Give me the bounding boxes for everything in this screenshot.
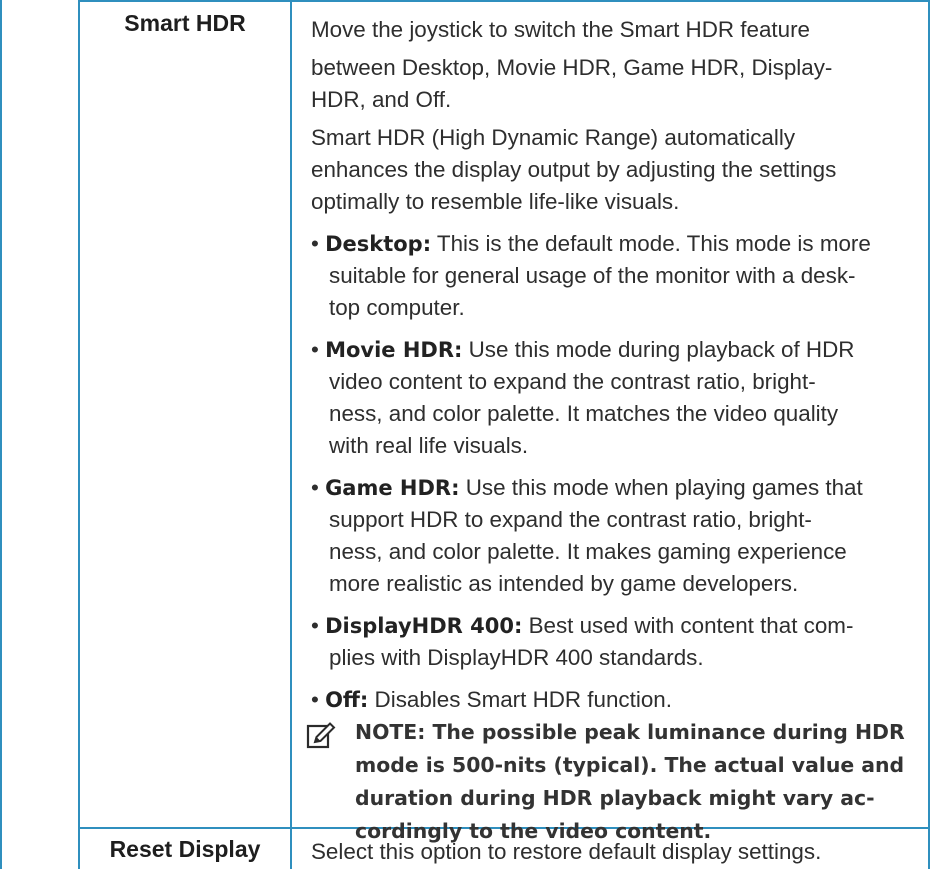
note-text: NOTE: The possible peak luminance during… <box>355 720 905 843</box>
table-rule-column <box>290 0 292 869</box>
reset-display-description: Select this option to restore default di… <box>311 839 822 864</box>
list-item-desktop: • Desktop: This is the default mode. Thi… <box>311 231 871 320</box>
list-item-game-hdr: • Game HDR: Use this mode when playing g… <box>311 475 863 596</box>
smart-hdr-definition: Smart HDR (High Dynamic Range) automatic… <box>311 125 837 214</box>
list-item-off: • Off: Disables Smart HDR function. <box>311 687 672 712</box>
table-rule-left <box>0 0 2 869</box>
note-block: NOTE: The possible peak luminance during… <box>306 716 911 848</box>
smart-hdr-intro: Move the joystick to switch the Smart HD… <box>311 17 833 112</box>
table-rule-section <box>78 0 80 869</box>
list-item-movie-hdr: • Movie HDR: Use this mode during playba… <box>311 337 855 458</box>
list-item-displayhdr-400: • DisplayHDR 400: Best used with content… <box>311 613 854 670</box>
smart-hdr-description: Move the joystick to switch the Smart HD… <box>306 8 911 848</box>
note-pencil-icon <box>306 722 336 749</box>
manual-page: Smart HDR Move the joystick to switch th… <box>0 0 930 869</box>
table-rule-top <box>78 0 930 2</box>
row-label-reset-display: Reset Display <box>109 836 261 862</box>
row-label-smart-hdr: Smart HDR <box>124 10 246 36</box>
